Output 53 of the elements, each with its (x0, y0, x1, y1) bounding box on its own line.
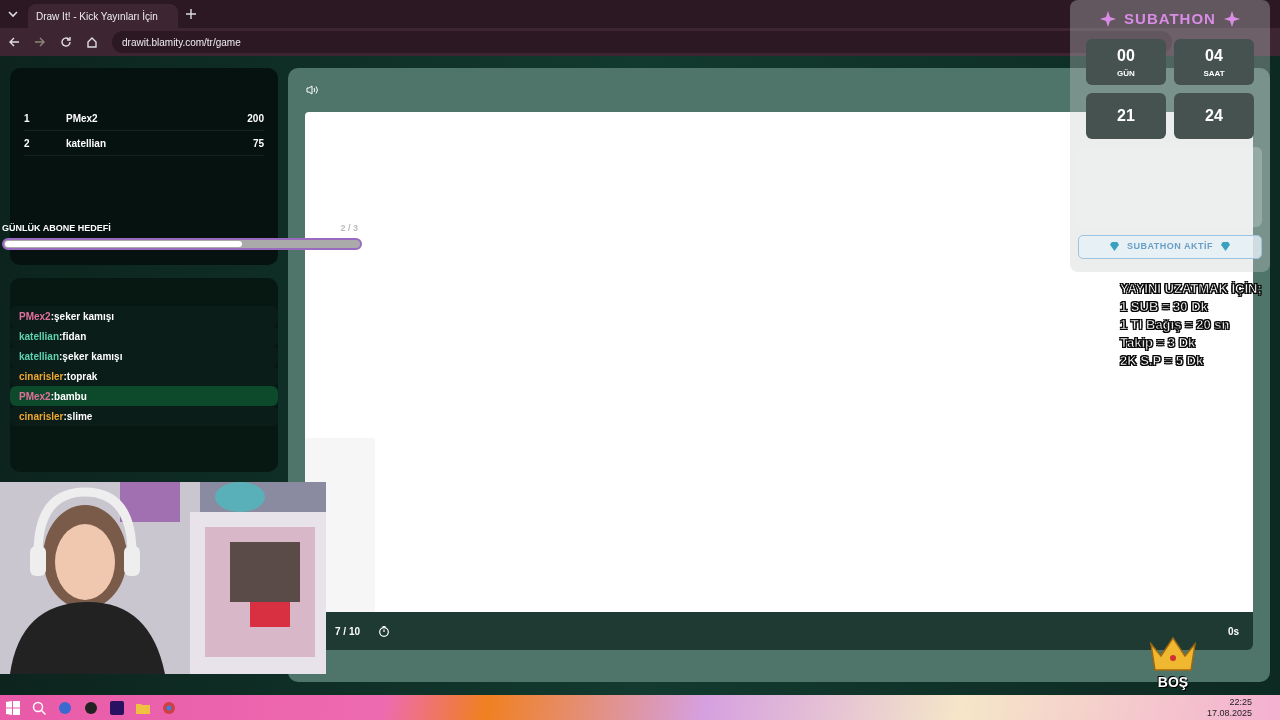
crown-label: BOŞ (1157, 673, 1189, 692)
chat-text: :şeker kamışı (59, 349, 123, 364)
rule-line: 1 SUB = 30 Dk (1120, 298, 1209, 316)
chat-text: :fidan (59, 329, 87, 344)
goal-count: 2 / 3 (340, 222, 358, 235)
chat-text: :şeker kamışı (50, 309, 115, 324)
timer-value: 21 (1117, 105, 1135, 126)
timer-icon (378, 625, 391, 637)
forward-icon[interactable] (34, 36, 46, 48)
chat-username: PMex2 (19, 309, 51, 324)
chat-username: katellian (19, 329, 60, 344)
sparkle-icon (1223, 11, 1240, 28)
chat-username: katellian (19, 349, 60, 364)
chat-text: :toprak (63, 369, 98, 384)
rule-line: 1 Tl Bağış = 20 sn (1120, 316, 1231, 334)
new-tab-icon[interactable] (186, 9, 196, 19)
speaker-icon[interactable] (306, 85, 318, 95)
chat-text: :bambu (50, 389, 87, 404)
reload-icon[interactable] (60, 36, 72, 48)
diamond-icon (1221, 242, 1230, 251)
diamond-icon (1110, 242, 1119, 251)
goal-label: GÜNLÜK ABONE HEDEFİ (2, 222, 111, 235)
chat-text: :slime (63, 409, 93, 424)
clock-date: 17.08.2025 (1206, 707, 1252, 719)
timer-unit: GÜN (1117, 67, 1135, 80)
rank: 2 (24, 136, 31, 151)
back-icon[interactable] (8, 36, 20, 48)
rank: 1 (24, 111, 31, 126)
clock-time: 22:25 (1229, 696, 1252, 708)
subathon-title: SUBATHON (1124, 9, 1216, 29)
score: 200 (247, 111, 264, 126)
browser-tab[interactable]: Draw It! - Kick Yayınları İçin (28, 4, 178, 28)
chat-username: cinarisler (19, 369, 64, 384)
sparkle-icon (1100, 11, 1117, 28)
timer-value: 24 (1205, 105, 1223, 126)
home-icon[interactable] (86, 36, 98, 48)
score: 75 (252, 136, 264, 151)
app-icon[interactable] (110, 700, 124, 715)
chat-username: cinarisler (19, 409, 64, 424)
start-icon[interactable] (6, 700, 20, 715)
search-icon[interactable] (32, 700, 46, 715)
crown-icon (1148, 636, 1198, 672)
chat-username: PMex2 (19, 389, 51, 404)
time-left: 0s (1227, 624, 1239, 639)
player-name: PMex2 (66, 111, 99, 126)
player-name: katellian (66, 136, 108, 151)
rule-line: Takip = 3 Dk (1120, 334, 1197, 352)
round-counter: 7 / 10 (335, 624, 361, 639)
app-icon[interactable] (84, 700, 98, 715)
tab-title: Draw It! - Kick Yayınları İçin (36, 9, 158, 24)
rule-line: 2K S.P = 5 Dk (1120, 352, 1205, 370)
timer-unit: SAAT (1203, 67, 1225, 80)
timer-value: 04 (1205, 45, 1223, 66)
